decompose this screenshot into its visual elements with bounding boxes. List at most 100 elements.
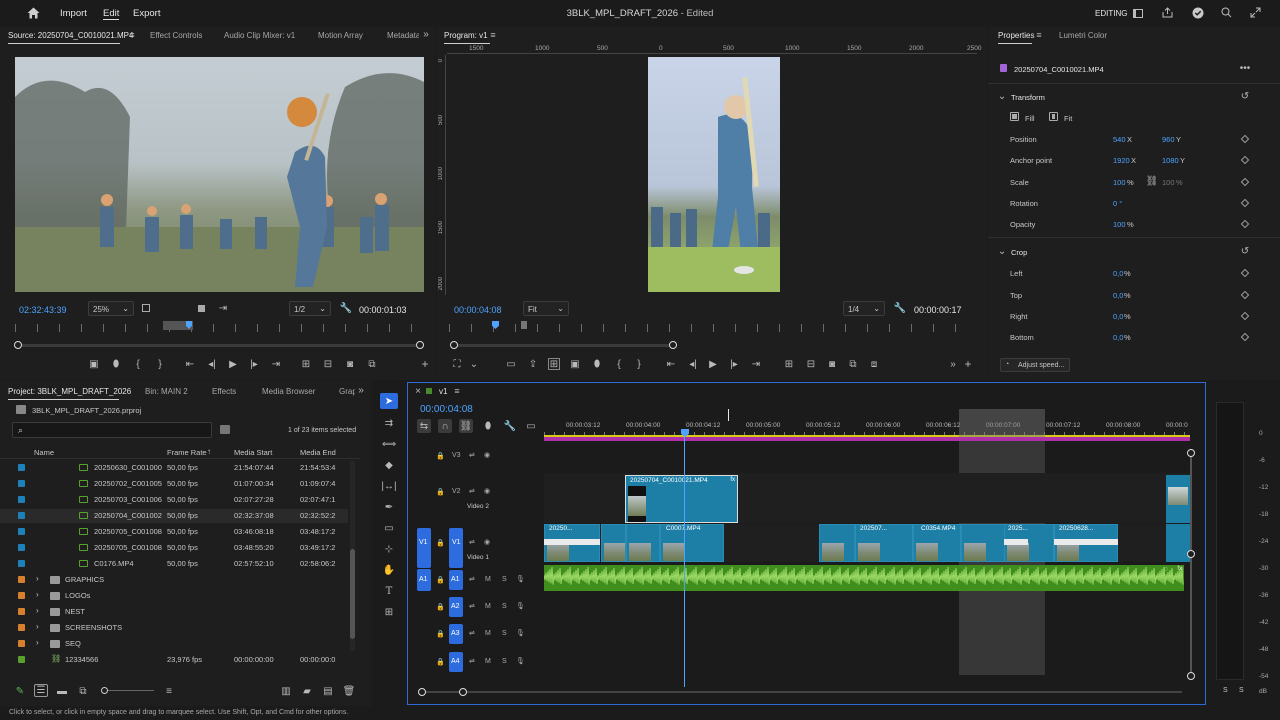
solo-button[interactable]: S	[502, 658, 507, 665]
chevron-down-icon[interactable]: ⌄	[998, 246, 1006, 257]
adjust-speed-button[interactable]: ◔ Adjust speed...	[1000, 358, 1070, 372]
lock-icon[interactable]: 🔒	[436, 603, 445, 611]
overflow-icon[interactable]: »	[947, 358, 959, 370]
wrench-icon[interactable]: 🔧	[340, 303, 352, 314]
list-item[interactable]: 20250630_C001000 50,00 fps 21:54:07:44 21:5…	[0, 461, 348, 475]
lock-icon[interactable]: 🔒	[436, 630, 445, 638]
vscroll-handle-top[interactable]	[1187, 449, 1195, 457]
anchor-keyframe-icon[interactable]	[1240, 155, 1250, 165]
source-zoom-select[interactable]: 25% ⌄	[88, 301, 134, 316]
crop-frame-icon[interactable]: ⛶	[451, 358, 463, 370]
program-resolution-select[interactable]: 1/4 ⌄	[843, 301, 885, 316]
label-color-swatch[interactable]	[18, 528, 25, 535]
home-icon[interactable]	[25, 6, 41, 20]
list-item[interactable]: 20250703_C001006 50,00 fps 02:07:27:28 02:0…	[0, 493, 348, 507]
compare-view-icon[interactable]: ▭	[505, 358, 517, 370]
program-mini-ruler[interactable]	[449, 324, 977, 332]
reset-icon[interactable]: ↺	[1239, 90, 1251, 102]
rectangle-tool-icon[interactable]: ▭	[380, 520, 398, 536]
label-color-swatch[interactable]	[18, 624, 25, 631]
program-timecode[interactable]: 00:00:04:08	[454, 305, 502, 315]
add-marker-icon[interactable]: ⬮	[110, 358, 122, 370]
program-scroll-bar[interactable]	[454, 344, 674, 347]
new-item-icon[interactable]: ▤	[322, 685, 334, 697]
linked-selection-icon[interactable]: ⛓	[459, 419, 473, 433]
eye-icon[interactable]: ◉	[484, 538, 490, 546]
solo-button[interactable]: S	[502, 603, 507, 610]
label-color-swatch[interactable]	[18, 480, 25, 487]
crop-top-value[interactable]: 0,0	[1113, 291, 1123, 300]
label-color-swatch[interactable]	[18, 592, 25, 599]
nest-sequence-icon[interactable]: ⇆	[417, 419, 431, 433]
play-icon[interactable]: ▶	[707, 358, 719, 370]
button-editor-icon[interactable]: ⧉	[366, 358, 378, 370]
folder-item[interactable]: › GRAPHICS	[0, 573, 348, 587]
chevron-right-icon[interactable]: ›	[36, 574, 39, 583]
list-item[interactable]: 20250702_C001005 50,00 fps 01:07:00:34 01:0…	[0, 477, 348, 491]
lift-icon[interactable]: ⊞	[783, 358, 795, 370]
meter-solo-right[interactable]: S	[1239, 687, 1244, 694]
program-menu-icon[interactable]: ≡	[489, 30, 497, 40]
lock-icon[interactable]: 🔒	[436, 452, 445, 460]
label-color-swatch[interactable]	[18, 464, 25, 471]
mute-button[interactable]: M	[485, 576, 491, 583]
eye-icon[interactable]: ◉	[484, 487, 490, 495]
label-color-swatch[interactable]	[18, 576, 25, 583]
source-scroll-handle-right[interactable]	[416, 341, 424, 349]
generative-tool-icon[interactable]: ⊹	[380, 541, 398, 557]
label-color-swatch[interactable]	[18, 656, 25, 663]
comparison-icon[interactable]: ⧉	[847, 358, 859, 370]
list-item[interactable]: 20250705_C001008 50,00 fps 03:48:55:20 03:4…	[0, 541, 348, 555]
hscroll-handle-right[interactable]	[459, 688, 467, 696]
list-item[interactable]: 20250704_C001002 50,00 fps 02:32:37:08 02:3…	[0, 509, 348, 523]
meter-solo-left[interactable]: S	[1223, 687, 1228, 694]
folder-item[interactable]: › NEST	[0, 605, 348, 619]
camera-icon[interactable]: ◙	[826, 358, 838, 370]
chevron-right-icon[interactable]: ›	[36, 590, 39, 599]
v1-source-patch[interactable]	[417, 528, 431, 568]
timeline-tab[interactable]: v1	[439, 387, 447, 396]
label-color-swatch[interactable]	[18, 640, 25, 647]
program-scroll-handle-left[interactable]	[450, 341, 458, 349]
anchor-x-value[interactable]: 1920	[1113, 156, 1130, 165]
pen-tool-icon[interactable]: ✒	[380, 499, 398, 515]
mark-in-icon[interactable]: {	[613, 358, 625, 370]
column-media-start[interactable]: Media Start	[234, 448, 272, 457]
v2-clip[interactable]: 20250704_C0010021.MP4 fx	[625, 475, 738, 523]
eye-icon[interactable]: ◉	[484, 451, 490, 459]
pen-icon[interactable]: ✎	[14, 685, 26, 697]
crop-left-keyframe-icon[interactable]	[1240, 268, 1250, 278]
label-color-swatch[interactable]	[18, 544, 25, 551]
crop-right-value[interactable]: 0,0	[1113, 312, 1123, 321]
stop-icon[interactable]	[196, 303, 206, 313]
zoom-slider-handle[interactable]	[101, 687, 108, 694]
tab-motion-array[interactable]: Motion Array	[318, 31, 363, 41]
position-x-value[interactable]: 540	[1113, 135, 1126, 144]
folder-item[interactable]: › SCREENSHOTS	[0, 621, 348, 635]
automate-icon[interactable]: ▥	[280, 685, 292, 697]
overwrite-icon[interactable]: ⊟	[322, 358, 334, 370]
fullscreen-icon[interactable]	[1249, 6, 1262, 19]
column-name[interactable]: Name	[34, 448, 54, 457]
work-area-bar[interactable]	[544, 437, 1190, 441]
mark-out-icon[interactable]: }	[633, 358, 645, 370]
tabs-overflow-icon[interactable]: »	[421, 29, 431, 40]
add-button-icon[interactable]: +	[962, 357, 974, 371]
wrench-icon[interactable]: 🔧	[503, 419, 517, 433]
hand-tool-icon[interactable]: ✋	[380, 562, 398, 578]
zoom-slider[interactable]	[104, 690, 154, 691]
v2-clip-right-edge[interactable]	[1166, 475, 1190, 523]
step-forward-icon[interactable]: |▸	[728, 358, 740, 370]
crop-right-keyframe-icon[interactable]	[1240, 311, 1250, 321]
slip-tool-icon[interactable]: |↔|	[380, 478, 398, 494]
snap-icon[interactable]: ∩	[438, 419, 452, 433]
program-video-frame[interactable]	[648, 57, 780, 292]
link-icon[interactable]: ⛓	[1146, 175, 1159, 187]
crop-header[interactable]: Crop	[1011, 248, 1027, 257]
scale-keyframe-icon[interactable]	[1240, 177, 1250, 187]
freeform-view-icon[interactable]: ⧉	[77, 685, 89, 697]
project-search-input[interactable]: ⌕	[12, 422, 212, 438]
tab-program[interactable]: Program: v1	[444, 31, 488, 41]
sort-icon[interactable]: ≡	[163, 685, 175, 697]
chevron-right-icon[interactable]: ›	[36, 638, 39, 647]
